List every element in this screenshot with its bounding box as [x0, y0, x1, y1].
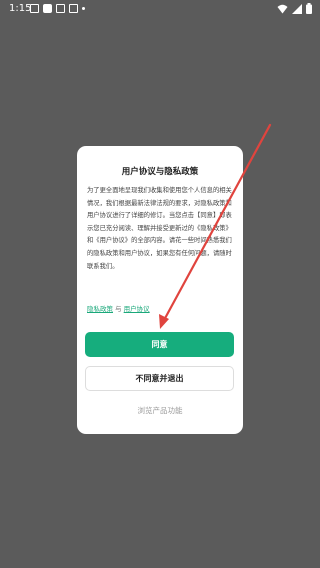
- privacy-policy-link[interactable]: 隐私政策: [87, 305, 113, 313]
- notification-icons: [30, 4, 85, 13]
- screen: 1:15 用户协议与隐私政策 为了更全面地呈现我们收集和使用您个人信息的相关情况…: [0, 0, 320, 568]
- status-bar: 1:15: [0, 0, 320, 18]
- privacy-dialog: 用户协议与隐私政策 为了更全面地呈现我们收集和使用您个人信息的相关情况，我们根据…: [77, 146, 243, 434]
- and-text: 与: [115, 305, 122, 313]
- disagree-exit-button[interactable]: 不同意并退出: [85, 366, 234, 391]
- battery-icon: [306, 3, 312, 14]
- dialog-title: 用户协议与隐私政策: [121, 167, 199, 177]
- image-icon: [30, 4, 39, 13]
- download-icon: [56, 4, 65, 13]
- security-icon: [69, 4, 78, 13]
- dot-icon: [82, 7, 85, 10]
- system-icons: [277, 3, 312, 14]
- dialog-body-text: 为了更全面地呈现我们收集和使用您个人信息的相关情况，我们根据最新法律法规的要求，…: [87, 187, 232, 270]
- wifi-icon: [277, 4, 288, 13]
- user-agreement-link[interactable]: 用户协议: [124, 305, 150, 313]
- signal-icon: [292, 3, 302, 14]
- policy-links: 隐私政策 与 用户协议: [87, 303, 150, 313]
- agree-button[interactable]: 同意: [85, 332, 234, 357]
- browse-features-link[interactable]: 浏览产品功能: [77, 405, 243, 416]
- app-icon: [43, 4, 52, 13]
- status-time: 1:15: [9, 3, 32, 14]
